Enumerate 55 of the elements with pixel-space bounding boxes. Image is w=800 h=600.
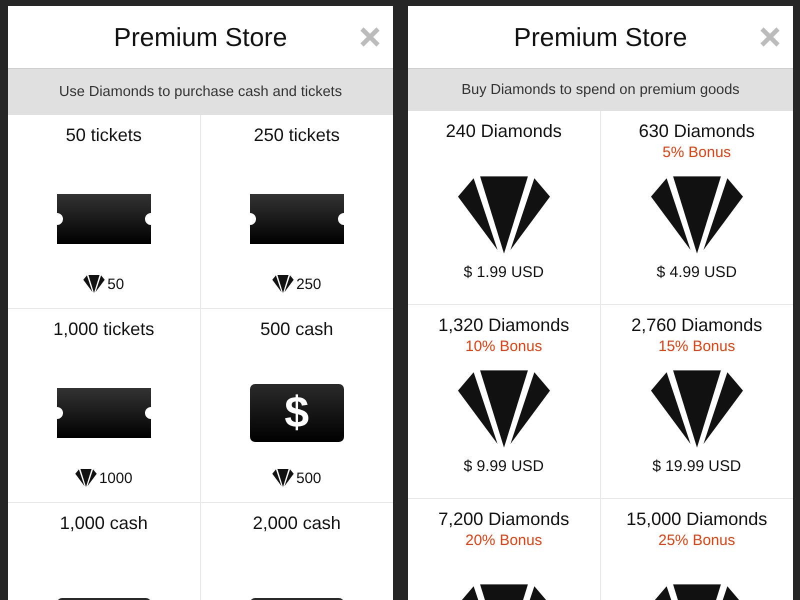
diamond-cost: 250 [296,276,322,292]
bonus-label: 25% Bonus [658,532,736,549]
close-button[interactable] [359,26,381,48]
diamond-icon [650,370,743,448]
item-name: 240 Diamonds [446,121,562,142]
store-item[interactable]: 2,760 Diamonds 15% Bonus $ 19.99 USD [600,305,793,499]
diamond-icon [75,469,98,487]
diamond-icon [272,275,294,293]
item-name: 630 Diamonds [638,121,755,142]
panel-title: Premium Store [114,22,288,52]
store-item[interactable]: 1,000 tickets 1000 [8,309,200,503]
item-name: 7,200 Diamonds [438,509,570,530]
ticket-icon [250,194,344,244]
store-item[interactable]: 240 Diamonds $ 1.99 USD [408,111,600,305]
item-price: $ 19.99 USD [652,458,742,477]
store-item[interactable]: 1,320 Diamonds 10% Bonus $ 9.99 USD [408,305,600,499]
diamond-icon [458,370,550,448]
item-name: 1,000 tickets [53,319,154,340]
store-item[interactable]: 630 Diamonds 5% Bonus $ 4.99 USD [600,111,793,305]
panel-subtitle: Use Diamonds to purchase cash and tickets [8,69,393,115]
item-price: $ 4.99 USD [656,264,737,283]
item-name: 500 cash [260,319,334,340]
diamond-icon [83,275,106,293]
item-name: 2,760 Diamonds [631,315,762,336]
item-name: 2,000 cash [252,513,341,534]
diamond-icon [458,176,550,254]
ticket-icon [56,388,151,438]
cash-icon: $ [250,384,344,442]
panel-subtitle: Buy Diamonds to spend on premium goods [408,69,793,111]
bonus-label: 10% Bonus [465,338,542,355]
store-item[interactable]: 15,000 Diamonds 25% Bonus [600,499,793,600]
item-name: 1,000 cash [60,513,148,534]
store-item[interactable]: 1,000 cash [8,503,200,600]
ticket-icon [56,194,151,244]
diamond-icon [272,469,294,487]
diamond-icon [650,176,743,254]
store-item[interactable]: 2,000 cash [200,503,393,600]
store-item[interactable]: 250 tickets 250 [200,115,393,309]
bonus-label: 20% Bonus [465,532,542,549]
item-name: 15,000 Diamonds [626,509,768,530]
panel-title: Premium Store [514,22,688,52]
diamond-cost: 1000 [99,470,132,486]
store-item[interactable]: 500 cash $ 500 [200,309,393,503]
close-button[interactable] [759,26,781,48]
diamond-cost: 50 [107,276,124,292]
item-name: 50 tickets [66,125,142,146]
item-name: 250 tickets [254,125,340,146]
item-name: 1,320 Diamonds [438,315,570,336]
item-price: $ 1.99 USD [464,264,544,283]
bonus-label: 5% Bonus [662,144,731,161]
store-item[interactable]: 7,200 Diamonds 20% Bonus [408,499,600,600]
store-item[interactable]: 50 tickets 50 [8,115,200,309]
diamond-cost: 500 [296,470,322,486]
item-price: $ 9.99 USD [464,458,544,477]
bonus-label: 15% Bonus [658,338,736,355]
